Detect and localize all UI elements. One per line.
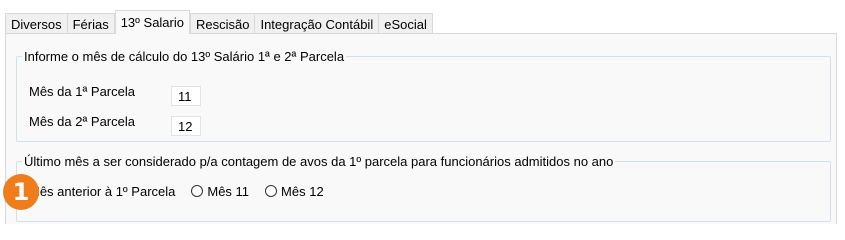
radio-circle[interactable] [265, 185, 278, 197]
radio-month-11-label: Mês 11 [207, 183, 250, 199]
first-installment-month-field[interactable] [171, 86, 201, 106]
tab-rescisao[interactable]: Rescisão [190, 13, 256, 34]
second-installment-label: Mês da 2ª Parcela [29, 114, 135, 129]
tab-esocial[interactable]: eSocial [378, 13, 433, 34]
tab-diversos[interactable]: Diversos [5, 13, 68, 34]
tab-integracao-contabil[interactable]: Integração Contábil [254, 13, 380, 34]
radio-month-12[interactable]: Mês 12 [265, 184, 324, 199]
tab-panel-13-salario: Informe o mês de cálculo do 13º Salário … [5, 33, 837, 224]
radio-month-12-label: Mês 12 [281, 183, 324, 199]
installment-months-group: Informe o mês de cálculo do 13º Salário … [16, 49, 831, 142]
tab-ferias[interactable]: Férias [66, 13, 115, 34]
tab-strip: Diversos Férias 13º Salario Rescisão Int… [5, 10, 433, 34]
radio-circle[interactable] [191, 185, 204, 197]
avos-options: Mês anterior à 1º Parcela Mês 11 Mês 12 [13, 181, 340, 201]
second-installment-month-field[interactable] [171, 116, 201, 136]
tab-13-salario[interactable]: 13º Salario [114, 10, 190, 34]
avos-last-month-legend: Último mês a ser considerado p/a contage… [24, 154, 614, 169]
radio-previous-month-label: Mês anterior à 1º Parcela [29, 183, 176, 199]
installment-months-legend: Informe o mês de cálculo do 13º Salário … [24, 49, 345, 64]
first-installment-label: Mês da 1ª Parcela [29, 84, 135, 99]
callout-number-badge: 1 [3, 174, 39, 210]
radio-month-11[interactable]: Mês 11 [191, 184, 249, 199]
